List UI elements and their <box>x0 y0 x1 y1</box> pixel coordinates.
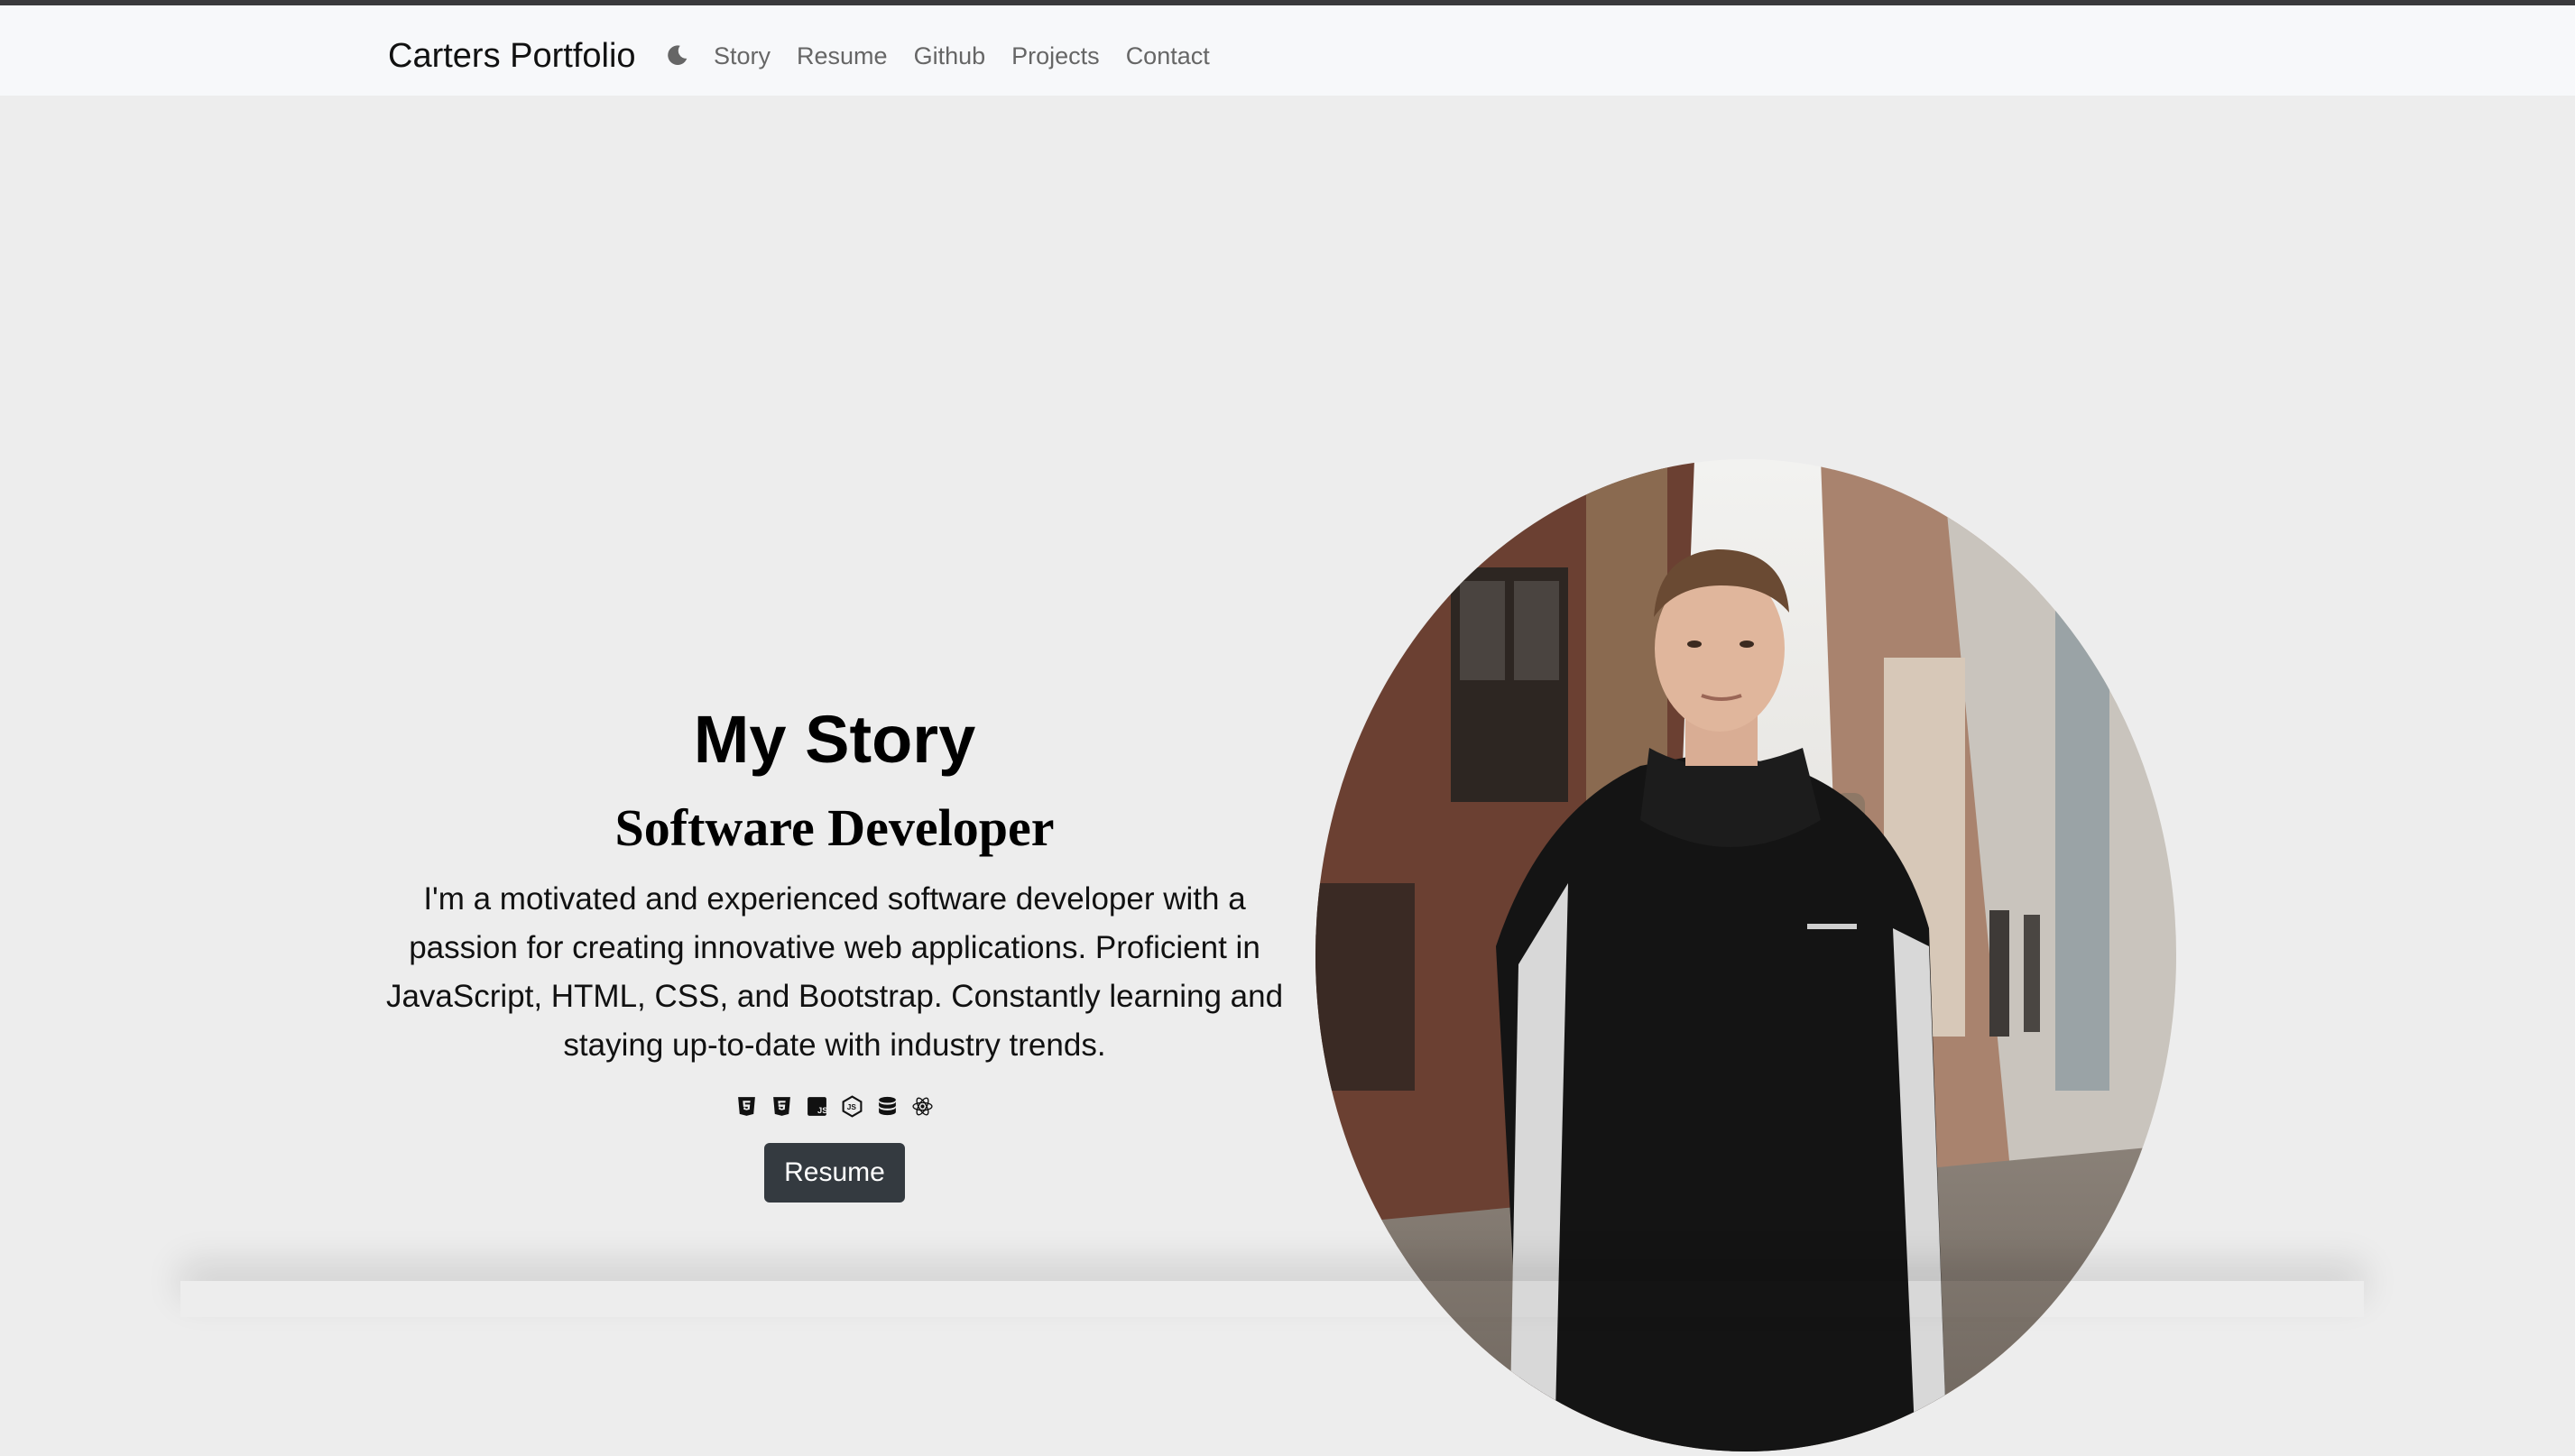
nav-link-resume[interactable]: Resume <box>797 38 888 74</box>
nodejs-icon: JS <box>842 1095 863 1118</box>
svg-text:JS: JS <box>847 1102 857 1111</box>
html5-icon <box>738 1097 755 1116</box>
database-icon <box>879 1096 896 1116</box>
nav-link-projects[interactable]: Projects <box>1011 38 1100 74</box>
bottom-shadow <box>180 1281 2364 1317</box>
nav-links: Story Resume Github Projects Contact <box>714 38 1236 74</box>
react-icon <box>912 1097 933 1116</box>
svg-text:JS: JS <box>817 1106 827 1115</box>
hero-description: I'm a motivated and experienced software… <box>385 881 1284 1063</box>
hero-subtitle: Software Developer <box>614 798 1055 857</box>
nav-link-story[interactable]: Story <box>714 38 771 74</box>
tech-icons: JS JS <box>370 1095 1299 1118</box>
hero-title: My Story <box>693 702 976 777</box>
javascript-icon: JS <box>808 1097 827 1116</box>
navbar: Carters Portfolio Story Resume Github Pr… <box>0 5 2575 96</box>
resume-button[interactable]: Resume <box>764 1143 905 1203</box>
nav-link-contact[interactable]: Contact <box>1126 38 1210 74</box>
brand-link[interactable]: Carters Portfolio <box>388 31 636 81</box>
nav-link-github[interactable]: Github <box>914 38 986 74</box>
css3-icon <box>773 1097 790 1116</box>
hero-text-section: My Story Software Developer I'm a motiva… <box>370 695 1299 1203</box>
moon-icon[interactable] <box>666 43 689 67</box>
